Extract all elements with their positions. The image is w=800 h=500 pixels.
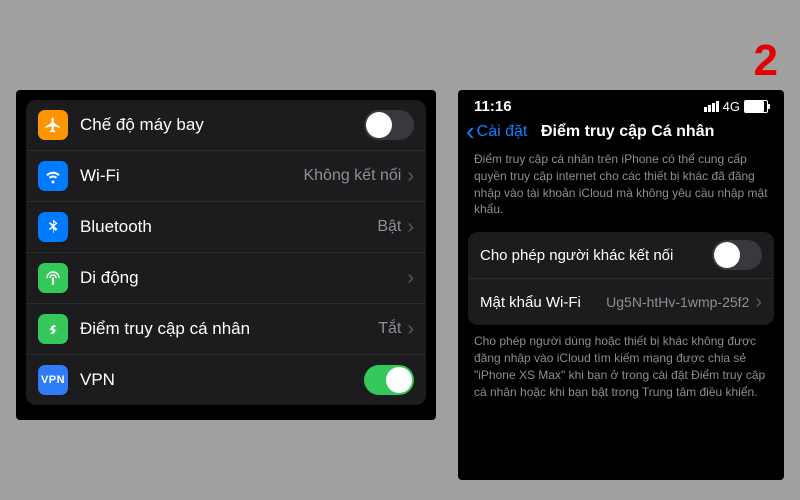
row-label: Bluetooth — [80, 217, 377, 237]
settings-panel: Chế độ máy bay Wi-Fi Không kết nối › Blu… — [16, 90, 436, 420]
chevron-right-icon: › — [755, 292, 762, 312]
airplane-toggle[interactable] — [364, 110, 414, 140]
cellular-icon — [38, 263, 68, 293]
status-bar: 11:16 4G — [458, 90, 784, 117]
status-time: 11:16 — [474, 98, 512, 115]
row-vpn[interactable]: VPN VPN — [26, 355, 426, 405]
vpn-toggle[interactable] — [364, 365, 414, 395]
battery-icon — [744, 100, 768, 113]
row-value: Bật — [377, 218, 401, 236]
row-personal-hotspot[interactable]: Điểm truy cập cá nhân Tắt › — [26, 304, 426, 355]
hotspot-panel: 11:16 4G Cài đặt Điểm truy cập Cá nhân Đ… — [458, 90, 784, 480]
row-value: Ug5N-htHv-1wmp-25f2 — [606, 294, 749, 310]
row-label: Wi-Fi — [80, 166, 303, 186]
hotspot-options: Cho phép người khác kết nối Mật khẩu Wi-… — [468, 232, 774, 325]
row-bluetooth[interactable]: Bluetooth Bật › — [26, 202, 426, 253]
page-title: Điểm truy cập Cá nhân — [479, 123, 776, 141]
nav-bar: Cài đặt Điểm truy cập Cá nhân — [458, 117, 784, 147]
row-label: Chế độ máy bay — [80, 115, 364, 135]
row-label: VPN — [80, 370, 364, 390]
airplane-icon — [38, 110, 68, 140]
row-value: Không kết nối — [303, 167, 401, 185]
vpn-icon: VPN — [38, 365, 68, 395]
chevron-right-icon: › — [407, 319, 414, 339]
row-cellular[interactable]: Di động › — [26, 253, 426, 304]
chevron-right-icon: › — [407, 166, 414, 186]
signal-bars-icon — [704, 101, 719, 112]
row-label: Di động — [80, 268, 407, 288]
row-label: Cho phép người khác kết nối — [480, 247, 712, 264]
hotspot-description-bottom: Cho phép người dùng hoặc thiết bị khác k… — [458, 329, 784, 410]
row-airplane-mode[interactable]: Chế độ máy bay — [26, 100, 426, 151]
network-label: 4G — [723, 99, 740, 114]
annotation-step-2: 2 — [754, 36, 778, 86]
row-label: Mật khẩu Wi-Fi — [480, 294, 606, 311]
hotspot-icon — [38, 314, 68, 344]
row-wifi[interactable]: Wi-Fi Không kết nối › — [26, 151, 426, 202]
allow-others-toggle[interactable] — [712, 240, 762, 270]
bluetooth-icon — [38, 212, 68, 242]
chevron-right-icon: › — [407, 268, 414, 288]
wifi-icon — [38, 161, 68, 191]
hotspot-description-top: Điểm truy cập cá nhân trên iPhone có thể… — [458, 147, 784, 228]
row-label: Điểm truy cập cá nhân — [80, 319, 378, 339]
row-allow-others[interactable]: Cho phép người khác kết nối — [468, 232, 774, 279]
row-value: Tắt — [378, 320, 401, 338]
chevron-right-icon: › — [407, 217, 414, 237]
settings-list: Chế độ máy bay Wi-Fi Không kết nối › Blu… — [26, 100, 426, 405]
row-wifi-password[interactable]: Mật khẩu Wi-Fi Ug5N-htHv-1wmp-25f2 › — [468, 279, 774, 325]
